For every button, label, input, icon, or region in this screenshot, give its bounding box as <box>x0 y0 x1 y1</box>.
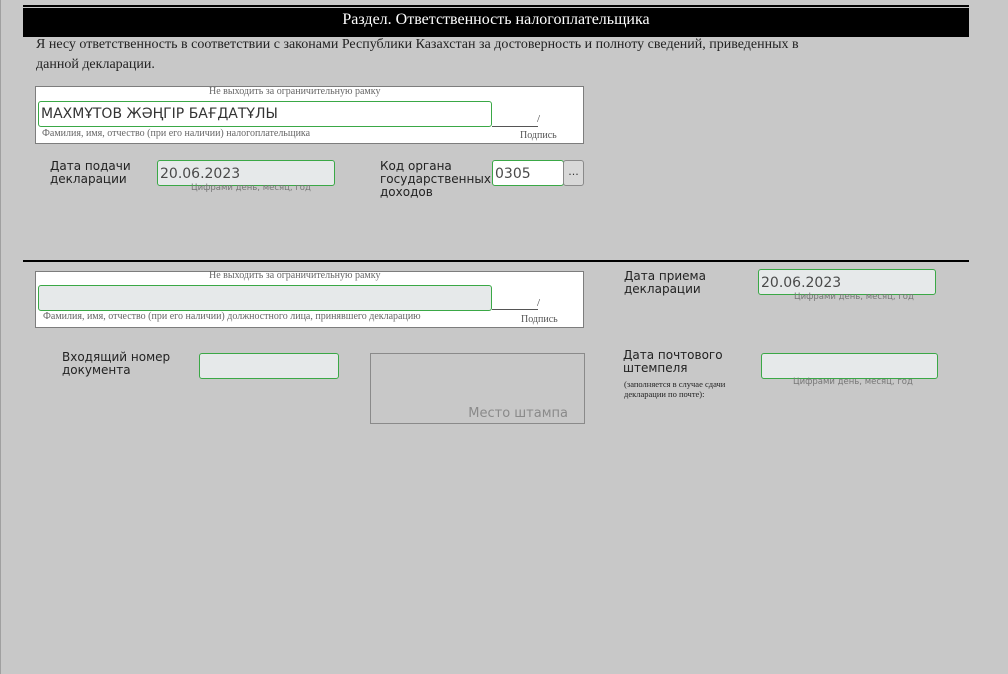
taxpayer-frame-hint: Не выходить за ограничительную рамку <box>209 86 381 97</box>
official-name-frame: Не выходить за ограничительную рамку / Ф… <box>35 270 584 328</box>
submission-date-label: Дата подачи декларации <box>50 159 131 186</box>
submission-date-hint: Цифрами день, месяц, год <box>191 183 311 193</box>
incoming-number-label: Входящий номер документа <box>62 350 171 377</box>
revenue-code-label: Код органа государственных доходов <box>380 159 491 199</box>
section-title: Раздел. Ответственность налогоплательщик… <box>23 8 969 37</box>
taxpayer-name-frame: Не выходить за ограничительную рамку МАХ… <box>35 86 584 144</box>
postmark-date-label: Дата почтового штемпеля <box>623 348 723 375</box>
official-frame-hint: Не выходить за ограничительную рамку <box>209 270 381 281</box>
stamp-area: Место штампа <box>370 353 585 424</box>
top-rule <box>23 5 969 7</box>
left-window-edge <box>0 0 1 674</box>
revenue-code-field[interactable]: 0305 <box>492 160 564 186</box>
taxpayer-signature-line <box>492 126 538 127</box>
postmark-date-hint: Цифрами день, месяц, год <box>793 377 913 387</box>
receipt-date-hint: Цифрами день, месяц, год <box>794 292 914 302</box>
taxpayer-name-caption: Фамилия, имя, отчество (при его наличии)… <box>42 128 311 139</box>
taxpayer-name-field[interactable]: МАХМҰТОВ ЖӘҢГІР БАҒДАТҰЛЫ <box>38 101 492 127</box>
postmark-note: (заполняется в случае сдачи декларации п… <box>624 379 726 399</box>
official-signature-line <box>492 309 538 310</box>
incoming-number-field[interactable] <box>199 353 339 379</box>
postmark-date-field[interactable] <box>761 353 938 379</box>
official-signature-slash: / <box>537 297 541 309</box>
revenue-code-lookup-button[interactable]: ... <box>563 160 584 186</box>
taxpayer-signature-label: Подпись <box>520 130 557 141</box>
middle-rule <box>23 260 969 262</box>
declaration-text: Я несу ответственность в соответствии с … <box>36 37 799 72</box>
stamp-placeholder: Место штампа <box>468 406 568 421</box>
taxpayer-signature-slash: / <box>537 113 541 125</box>
official-name-caption: Фамилия, имя, отчество (при его наличии)… <box>43 311 421 322</box>
receipt-date-label: Дата приема декларации <box>624 269 706 296</box>
official-name-field[interactable] <box>38 285 492 311</box>
official-signature-label: Подпись <box>521 314 558 325</box>
